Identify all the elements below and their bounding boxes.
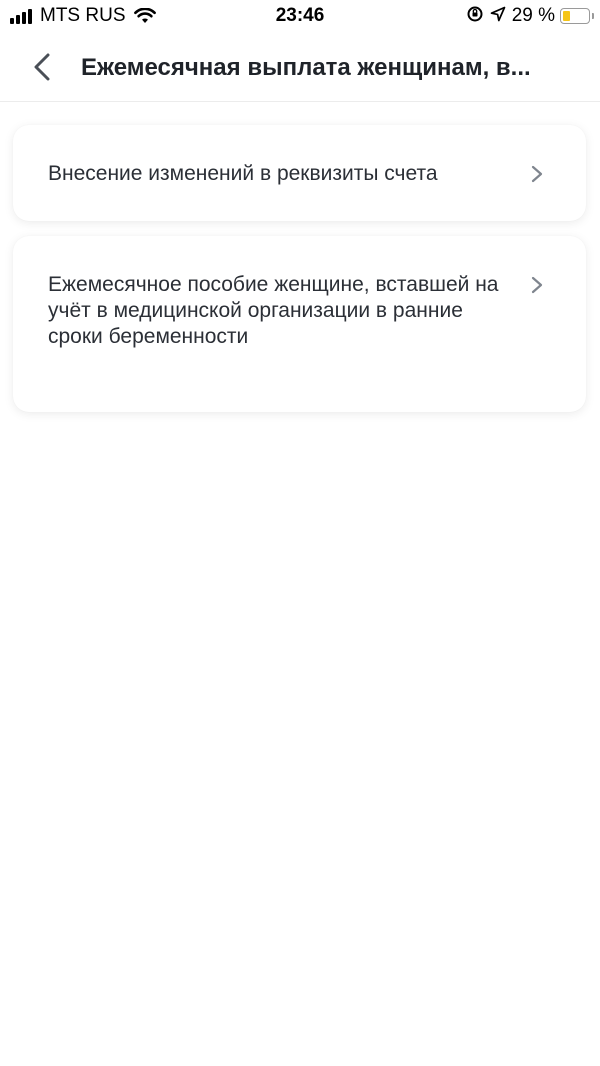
battery-percent: 29 % — [511, 5, 555, 26]
list-item-label: Ежемесячное пособие женщине, вставшей на… — [48, 273, 499, 348]
location-arrow-icon — [490, 6, 506, 27]
list-item-account-details[interactable]: Внесение изменений в реквизиты счета — [13, 125, 586, 221]
chevron-left-icon — [34, 53, 50, 81]
service-list: Внесение изменений в реквизиты счета Еже… — [0, 102, 600, 1066]
list-item-pregnancy-benefit[interactable]: Ежемесячное пособие женщине, вставшей на… — [13, 236, 586, 412]
status-bar: MTS RUS 23:46 29 % — [0, 0, 600, 34]
chevron-right-icon — [531, 276, 543, 294]
list-item-label: Внесение изменений в реквизиты счета — [48, 162, 438, 185]
page-title: Ежемесячная выплата женщинам, в... — [81, 54, 531, 81]
nav-header: Ежемесячная выплата женщинам, в... — [0, 34, 600, 102]
battery-icon — [560, 8, 594, 24]
status-right: 29 % — [466, 5, 594, 28]
orientation-lock-icon — [466, 5, 484, 28]
battery-level-fill — [563, 11, 570, 21]
back-button[interactable] — [26, 51, 58, 83]
chevron-right-icon — [531, 165, 543, 183]
